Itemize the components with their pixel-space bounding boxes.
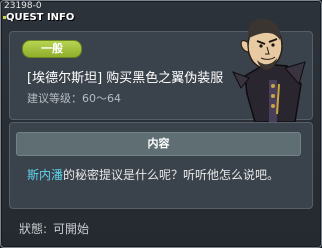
window-title: QUEST INFO xyxy=(6,12,75,23)
quest-title: [埃德尔斯坦] 购买黑色之翼伪装服 xyxy=(27,71,224,86)
quest-description-text: 的秘密提议是什么呢？听听他怎么说吧。 xyxy=(63,168,280,182)
status-label: 狀態: xyxy=(19,222,48,236)
quest-status: 狀態: 可開始 xyxy=(19,220,89,237)
quest-category-badge: 一般 xyxy=(22,40,82,58)
npc-portrait-icon xyxy=(231,18,306,126)
npc-name: 斯内潘 xyxy=(27,168,64,182)
quest-id: 23198-0 xyxy=(4,1,42,11)
status-value: 可開始 xyxy=(53,222,90,236)
level-requirement: 建议等级：60～64 xyxy=(27,92,121,105)
content-header: 内容 xyxy=(16,132,301,156)
quest-description: 斯内潘的秘密提议是什么呢？听听他怎么说吧。 xyxy=(27,166,279,183)
